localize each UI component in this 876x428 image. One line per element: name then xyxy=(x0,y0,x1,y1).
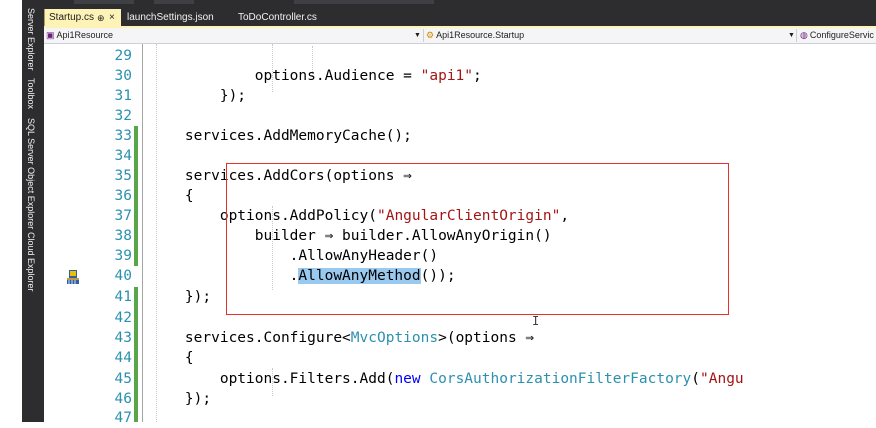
class-icon: ⚙ xyxy=(426,30,435,40)
tab-label: launchSettings.json xyxy=(127,12,214,23)
tab-todocontroller-cs[interactable]: ToDoController.cs xyxy=(234,9,344,27)
member-dropdown-value: ConfigureServic xyxy=(809,30,874,40)
sidebar-item-sql-server-object-explorer[interactable]: SQL Server Object Explorer xyxy=(26,118,36,229)
line-number: 45 xyxy=(114,371,132,387)
tab-launchsettings-json[interactable]: launchSettings.json xyxy=(123,9,233,27)
tab-startup-cs[interactable]: Startup.cs ⊕ × xyxy=(44,9,121,27)
code-line-44[interactable]: { xyxy=(150,348,194,368)
line-number: 31 xyxy=(114,88,132,104)
string-literal: "Angu xyxy=(700,371,744,387)
type-dropdown[interactable]: ⚙ Api1Resource.Startup ▼ xyxy=(426,28,796,43)
tool-window-sidebar: Server Explorer Toolbox SQL Server Objec… xyxy=(22,0,44,422)
line-number: 30 xyxy=(114,68,132,84)
project-dropdown-value: Api1Resource xyxy=(56,30,114,40)
outlining-margin xyxy=(142,44,143,422)
line-number: 44 xyxy=(114,350,132,366)
dropdown-divider xyxy=(796,29,797,42)
line-number: 29 xyxy=(114,48,132,64)
line-number: 32 xyxy=(114,108,132,124)
line-number: 46 xyxy=(114,391,132,407)
navigation-bar: ▣ Api1Resource ▼ ⚙ Api1Resource.Startup ▼ … xyxy=(44,28,876,44)
line-number: 36 xyxy=(114,188,132,204)
chevron-down-icon: ▼ xyxy=(414,32,421,39)
member-dropdown[interactable]: ◍ ConfigureServic xyxy=(800,28,876,43)
tab-label: ToDoController.cs xyxy=(238,12,317,23)
dropdown-divider xyxy=(423,29,424,42)
code-line-30[interactable]: options.Audience = "api1"; xyxy=(150,66,482,86)
line-number: 47 xyxy=(114,410,132,426)
code-text: ; xyxy=(473,68,482,84)
code-text: options.Audience = xyxy=(150,68,421,84)
project-dropdown[interactable]: ▣ Api1Resource ▼ xyxy=(46,28,421,43)
code-text: >(options ⇒ xyxy=(438,330,535,346)
change-marker xyxy=(134,126,138,266)
line-number: 34 xyxy=(114,148,132,164)
type-dropdown-value: Api1Resource.Startup xyxy=(436,30,525,40)
line-number: 43 xyxy=(114,330,132,346)
code-text: options.Filters.Add( xyxy=(150,371,395,387)
tab-label: Startup.cs xyxy=(49,12,95,23)
chevron-down-icon: ▼ xyxy=(788,32,795,39)
code-line-43[interactable]: services.Configure<MvcOptions>(options ⇒ xyxy=(150,328,534,348)
line-number: 41 xyxy=(114,289,132,305)
code-text: services.Configure< xyxy=(150,330,351,346)
type-name: MvcOptions xyxy=(350,330,439,346)
outer-window-strip xyxy=(0,0,22,422)
highlight-box xyxy=(226,163,729,315)
change-marker xyxy=(134,287,138,422)
csharp-project-icon: ▣ xyxy=(46,30,55,40)
code-line-45[interactable]: options.Filters.Add(new CorsAuthorizatio… xyxy=(150,369,744,389)
sidebar-item-cloud-explorer[interactable]: Cloud Explorer xyxy=(26,232,36,292)
type-name: CorsAuthorizationFilterFactory xyxy=(429,371,692,387)
line-number: 40 xyxy=(114,268,132,284)
keyword: new xyxy=(394,371,421,387)
pin-icon[interactable]: ⊕ xyxy=(97,9,105,27)
code-line-31[interactable]: }); xyxy=(150,86,246,106)
line-number: 39 xyxy=(114,248,132,264)
indicator-margin xyxy=(44,44,98,422)
line-number: 35 xyxy=(114,168,132,184)
code-line-36[interactable]: { xyxy=(150,186,194,206)
lightbulb-brush-icon[interactable] xyxy=(66,270,80,284)
line-number: 33 xyxy=(114,128,132,144)
line-number: 38 xyxy=(114,228,132,244)
code-text: ( xyxy=(691,371,701,387)
method-icon: ◍ xyxy=(800,30,808,40)
document-tab-strip: Startup.cs ⊕ × launchSettings.json ToDoC… xyxy=(44,9,876,27)
line-number: 42 xyxy=(114,310,132,326)
code-line-33[interactable]: services.AddMemoryCache(); xyxy=(150,126,412,146)
close-icon[interactable]: × xyxy=(109,9,115,27)
text-cursor-icon: I xyxy=(532,314,540,328)
code-line-41[interactable]: }); xyxy=(150,287,211,307)
sidebar-item-server-explorer[interactable]: Server Explorer xyxy=(26,8,36,71)
sidebar-item-toolbox[interactable]: Toolbox xyxy=(26,78,36,109)
code-line-46[interactable]: }); xyxy=(150,389,211,409)
toolbar-strip xyxy=(44,0,876,9)
string-literal: "api1" xyxy=(420,68,474,84)
line-number: 37 xyxy=(114,208,132,224)
